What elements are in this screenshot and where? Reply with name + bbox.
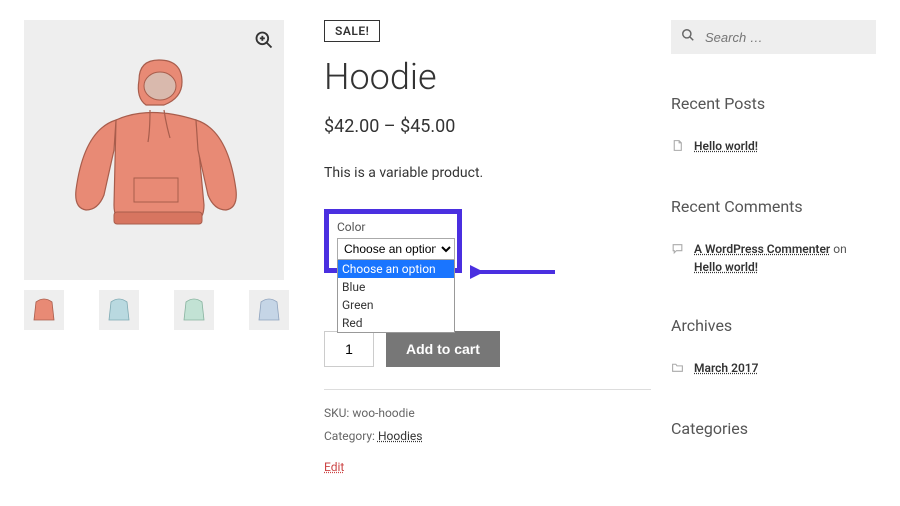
categories-widget: Categories (671, 419, 876, 438)
widget-title: Categories (671, 419, 876, 438)
product-thumbnails (24, 290, 294, 330)
comment-icon (671, 240, 684, 260)
widget-title: Archives (671, 316, 876, 335)
search-input[interactable] (703, 29, 866, 46)
product-meta: SKU: woo-hoodie Category: Hoodies (324, 402, 651, 448)
archive-link[interactable]: March 2017 (694, 359, 759, 377)
sku-label: SKU: (324, 406, 352, 420)
divider (324, 389, 651, 390)
recent-comments-widget: Recent Comments A WordPress Commenter on… (671, 197, 876, 276)
product-thumb[interactable] (249, 290, 289, 330)
recent-post-link[interactable]: Hello world! (694, 137, 758, 155)
folder-icon (671, 359, 684, 379)
product-thumb[interactable] (99, 290, 139, 330)
search-icon (681, 28, 695, 46)
comment-author-link[interactable]: A WordPress Commenter (694, 242, 830, 256)
variation-highlight: Color Choose an option Choose an option … (324, 209, 462, 273)
add-to-cart-button[interactable]: Add to cart (386, 331, 500, 367)
product-gallery (24, 20, 294, 475)
product-price: $42.00 – $45.00 (324, 116, 651, 137)
color-option[interactable]: Green (338, 296, 454, 314)
comment-post-link[interactable]: Hello world! (694, 260, 758, 274)
archives-widget: Archives March 2017 (671, 316, 876, 379)
product-summary: SALE! Hoodie $42.00 – $45.00 This is a v… (294, 20, 671, 475)
product-description: This is a variable product. (324, 165, 651, 181)
search-box[interactable] (671, 20, 876, 54)
color-option[interactable]: Blue (338, 278, 454, 296)
color-select[interactable]: Choose an option (337, 238, 455, 260)
variation-label: Color (337, 220, 449, 234)
quantity-input[interactable] (324, 331, 374, 367)
category-label: Category: (324, 429, 378, 443)
widget-title: Recent Comments (671, 197, 876, 216)
widget-title: Recent Posts (671, 94, 876, 113)
color-option[interactable]: Choose an option (338, 260, 454, 278)
product-thumb[interactable] (174, 290, 214, 330)
price-high: $45.00 (400, 116, 455, 137)
price-low: $42.00 (324, 116, 379, 137)
sidebar: Recent Posts Hello world! Recent Comment… (671, 20, 876, 475)
recent-posts-widget: Recent Posts Hello world! (671, 94, 876, 157)
zoom-icon[interactable] (254, 30, 274, 50)
product-image-main[interactable] (24, 20, 284, 280)
comment-text: A WordPress Commenter on Hello world! (694, 240, 876, 276)
product-thumb[interactable] (24, 290, 64, 330)
category-link[interactable]: Hoodies (378, 429, 423, 443)
sale-badge: SALE! (324, 20, 380, 42)
product-title: Hoodie (324, 56, 651, 98)
color-option[interactable]: Red (338, 314, 454, 332)
color-dropdown-list: Choose an option Blue Green Red (337, 260, 455, 333)
sku-value: woo-hoodie (352, 406, 414, 420)
document-icon (671, 137, 684, 157)
edit-link[interactable]: Edit (324, 460, 344, 474)
